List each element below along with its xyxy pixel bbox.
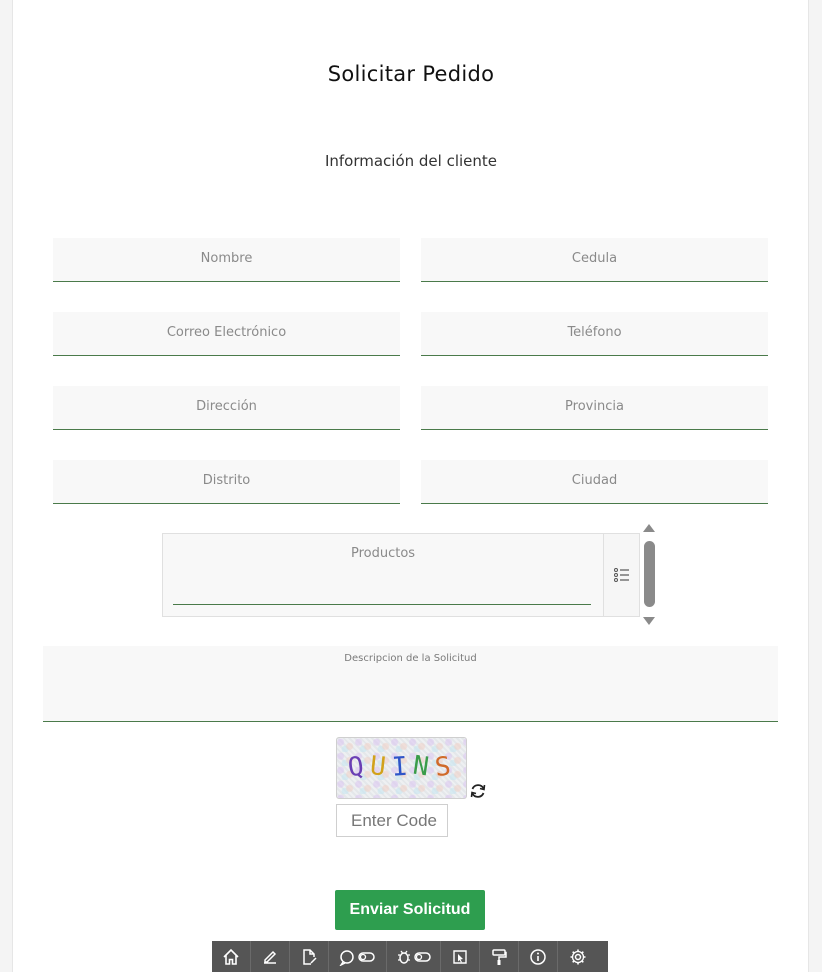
captcha-code-input[interactable]: Enter Code [336,804,448,837]
ciudad-field[interactable]: Ciudad [421,460,768,504]
productos-select[interactable]: Productos [162,533,640,617]
cedula-field[interactable]: Cedula [421,238,768,282]
paint-button[interactable] [480,941,519,972]
captcha-image: QUINS [336,737,467,799]
page-title: Solicitar Pedido [327,62,495,86]
scroll-up-arrow[interactable] [643,524,655,532]
home-icon [223,948,239,965]
distrito-field[interactable]: Distrito [53,460,400,504]
captcha-char: U [368,750,394,784]
list-toggle-button[interactable] [603,534,639,616]
info-icon [530,948,546,965]
cursor-select-icon [453,949,467,964]
edit-icon [264,950,277,964]
debug-toggle-button[interactable] [387,941,441,972]
email-field[interactable]: Correo Electrónico [53,312,400,356]
comment-toggle-icon [338,949,375,966]
file-edit-button[interactable] [290,941,329,972]
home-button[interactable] [212,941,251,972]
scroll-down-arrow[interactable] [643,617,655,625]
bug-toggle-icon [397,950,431,964]
section-title: Información del cliente [324,152,498,170]
captcha-char: S [433,750,459,784]
info-button[interactable] [519,941,558,972]
comment-toggle-button[interactable] [329,941,387,972]
productos-underline [173,604,591,605]
settings-icon [570,949,585,964]
settings-button[interactable] [558,941,597,972]
captcha-text: QUINS [337,750,466,784]
nombre-field[interactable]: Nombre [53,238,400,282]
refresh-captcha-icon[interactable] [469,782,487,800]
bottom-toolbar [212,941,608,972]
file-edit-icon [303,948,317,965]
submit-button[interactable]: Enviar Solicitud [335,890,485,930]
descripcion-label: Descripcion de la Solicitud [344,653,477,664]
edit-button[interactable] [251,941,290,972]
direccion-field[interactable]: Dirección [53,386,400,430]
descripcion-textarea[interactable]: Descripcion de la Solicitud [43,646,778,722]
productos-label: Productos [350,546,416,561]
provincia-field[interactable]: Provincia [421,386,768,430]
telefono-field[interactable]: Teléfono [421,312,768,356]
paint-roller-icon [492,948,507,965]
list-icon [613,568,629,582]
select-button[interactable] [441,941,480,972]
scrollbar-thumb[interactable] [644,541,655,607]
